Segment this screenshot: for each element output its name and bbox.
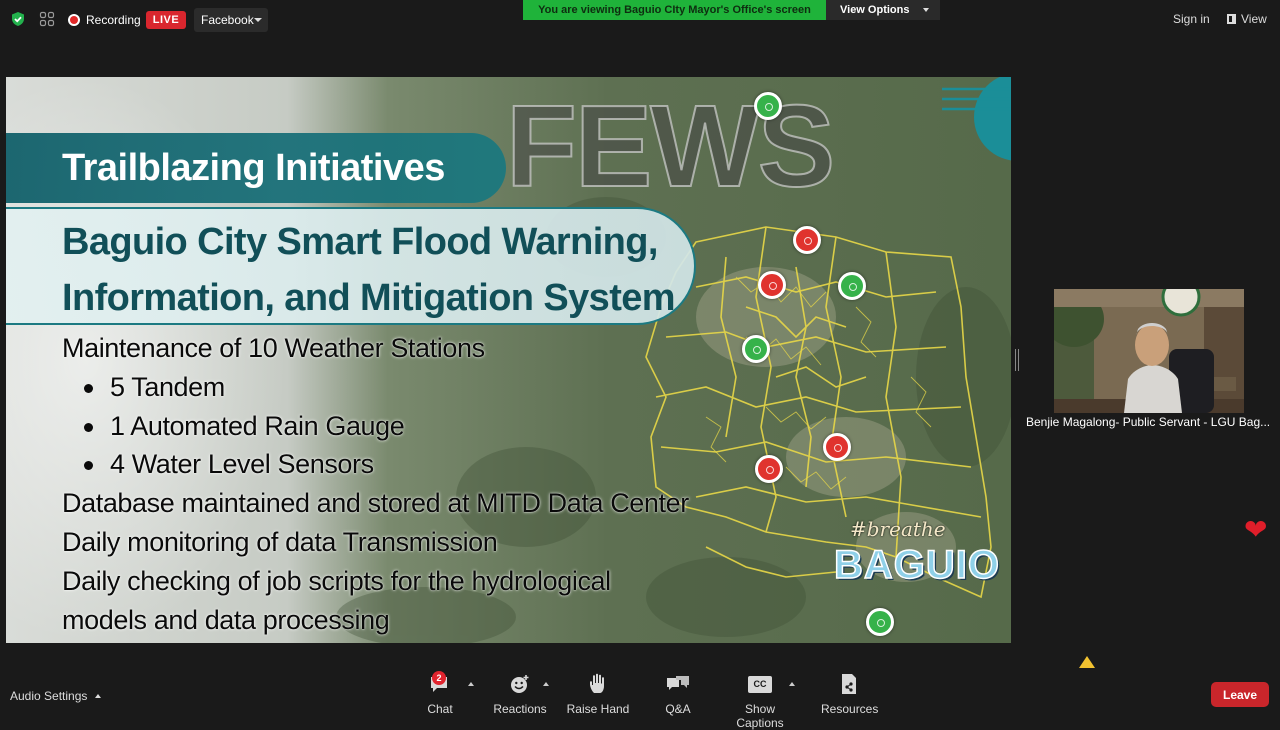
chat-button[interactable]: 2 Chat [418,671,462,716]
hand-icon [590,673,604,693]
chat-options-button[interactable] [466,672,476,702]
bullet-item: 5 Tandem [84,368,689,407]
raise-hand-label: Raise Hand [566,702,630,716]
view-options-button[interactable]: View Options [826,0,940,20]
screen-share-banner-text: You are viewing Baguio CIty Mayor's Offi… [538,4,811,16]
audio-settings-button[interactable]: Audio Settings [10,689,102,703]
heading-line-2: Information, and Mitigation System [62,277,676,319]
layout-icon [1227,14,1236,24]
participant-video-frame [1054,289,1244,413]
screen-share-banner: You are viewing Baguio CIty Mayor's Offi… [523,0,826,20]
brand-main: BAGUIO [833,542,1000,588]
recording-dot-icon [68,14,80,26]
shared-screen: FEWS Trailblazing Initiatives Baguio Cit… [6,77,1011,643]
sign-in-link[interactable]: Sign in [1173,12,1210,26]
recording-indicator[interactable]: Recording [68,10,141,30]
split-resize-handle[interactable] [1015,349,1019,371]
station-marker-red [793,226,821,254]
section-title-banner: Trailblazing Initiatives [6,133,506,203]
bullet-list: 5 Tandem 1 Automated Rain Gauge 4 Water … [62,368,689,484]
participant-name-label: Benjie Magalong- Public Servant - LGU Ba… [1026,415,1271,429]
body-line: Daily checking of job scripts for the hy… [62,565,611,596]
section-title: Trailblazing Initiatives [62,147,445,189]
corner-decoration [942,77,1011,161]
live-badge[interactable]: LIVE [146,11,186,29]
station-marker-green [838,272,866,300]
bullet-item: 1 Automated Rain Gauge [84,407,689,446]
recording-label: Recording [86,13,141,27]
station-marker-green [866,608,894,636]
closed-captions-icon: CC [748,675,772,693]
apps-grid-icon[interactable] [39,11,55,27]
chevron-down-icon [254,18,262,22]
qa-icon [667,676,689,690]
heart-icon: ❤ [1244,514,1268,545]
encryption-shield-icon[interactable] [10,11,26,27]
chevron-up-icon [95,694,102,698]
participant-video[interactable] [1054,289,1244,413]
smiley-icon [511,675,529,693]
body-line: Database maintained and stored at MITD D… [62,488,689,519]
leave-button[interactable]: Leave [1211,682,1269,707]
reactions-button[interactable]: Reactions [492,672,548,716]
breathe-baguio-logo: #breathe BAGUIO [833,517,1000,593]
fews-watermark: FEWS [505,80,836,212]
resources-label: Resources [821,702,879,716]
raise-hand-button[interactable]: Raise Hand [566,672,630,716]
bullet-item: 4 Water Level Sensors [84,445,689,484]
view-options-label: View Options [840,4,910,16]
reactions-options-button[interactable] [541,672,551,702]
station-marker-green [742,335,770,363]
station-marker-red [755,455,783,483]
captions-options-button[interactable] [787,672,797,702]
audio-settings-label: Audio Settings [10,689,88,703]
body-line: Daily monitoring of data Transmission [62,526,498,557]
stream-target-dropdown[interactable]: Facebook [194,8,268,32]
body-line: models and data processing [62,604,390,635]
resources-icon [842,674,856,694]
show-captions-label: Show Captions [736,702,784,730]
chat-unread-badge: 2 [432,671,446,685]
chevron-down-icon [923,8,929,12]
brand-script: #breathe [850,517,946,541]
chevron-up-icon [789,682,795,686]
heading-line-1: Baguio City Smart Flood Warning, [62,221,658,263]
station-marker-red [823,433,851,461]
body-line: Maintenance of 10 Weather Stations [62,333,485,363]
heading-banner: Baguio City Smart Flood Warning, Informa… [6,207,696,325]
reactions-label: Reactions [493,702,547,716]
view-layout-button[interactable]: View [1227,12,1267,26]
resources-button[interactable]: Resources [821,672,879,716]
stream-target-label: Facebook [201,13,254,27]
slide-body: Maintenance of 10 Weather Stations 5 Tan… [62,329,689,639]
station-marker-green [754,92,782,120]
chat-label: Chat [427,702,453,716]
top-bar: Recording LIVE Facebook You are viewing … [0,0,1280,40]
chevron-up-icon [543,682,549,686]
meeting-controls-bar: Audio Settings 2 Chat Reactions Raise Ha… [0,660,1280,730]
qa-label: Q&A [665,702,691,716]
qa-button[interactable]: Q&A [658,672,698,716]
view-label: View [1241,12,1267,26]
station-marker-red [758,271,786,299]
chevron-up-icon [468,682,474,686]
